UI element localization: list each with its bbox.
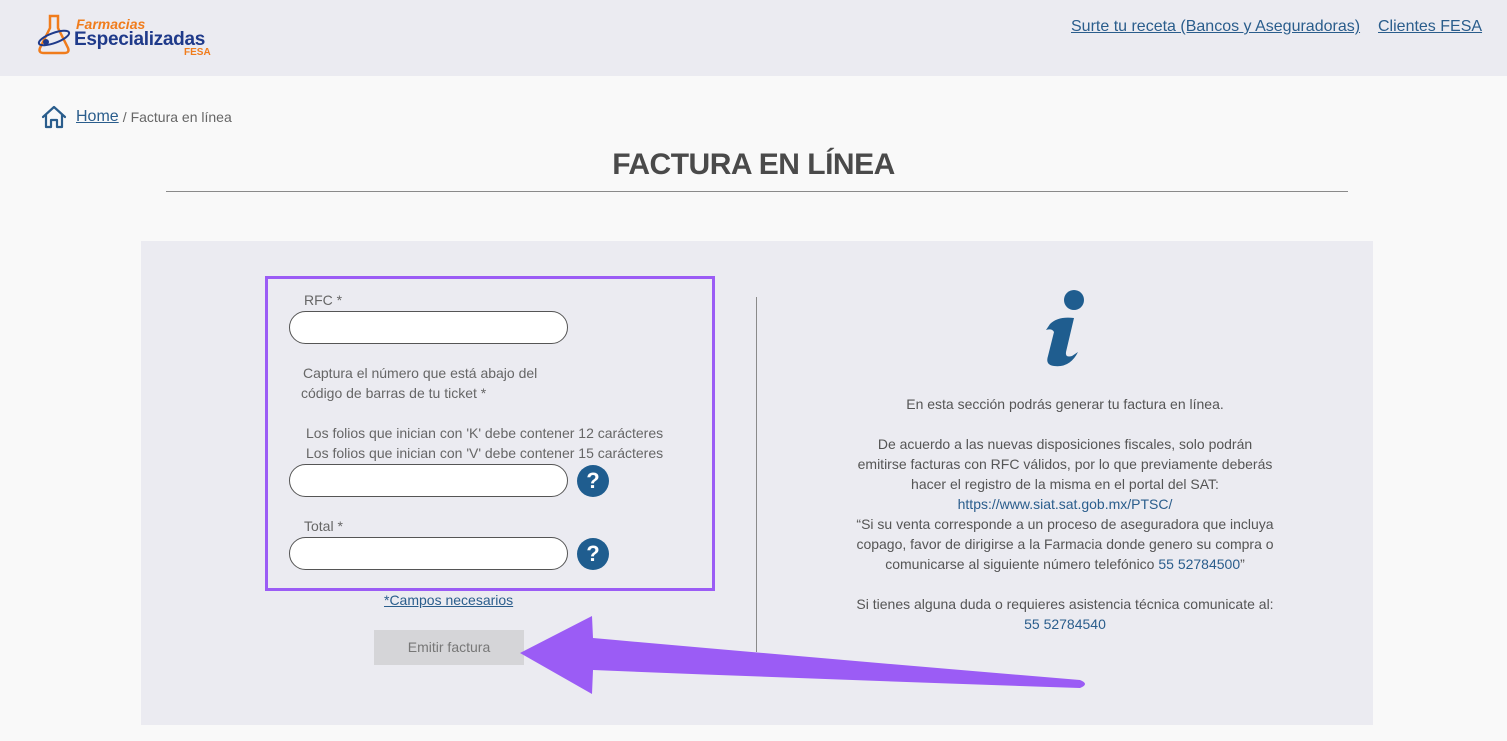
home-icon[interactable] — [40, 104, 68, 130]
support-phone: 55 52784540 — [1024, 616, 1106, 632]
info-icon — [1046, 290, 1084, 367]
insurer-phone: 55 52784500 — [1158, 556, 1241, 572]
breadcrumb: Home / Factura en línea — [40, 104, 232, 130]
info-p1-line2: emitirse facturas con RFC válidos, por l… — [857, 456, 1273, 472]
sat-portal-link[interactable]: https://www.siat.sat.gob.mx/PTSC/ — [958, 496, 1173, 512]
breadcrumb-current: Factura en línea — [130, 109, 232, 125]
top-header: Farmacias Especializadas FESA Surte tu r… — [0, 0, 1507, 76]
emit-invoice-button[interactable]: Emitir factura — [374, 630, 524, 665]
info-text-block: En esta sección podrás generar tu factur… — [835, 394, 1295, 634]
info-p2-line2: copago, favor de dirigirse a la Farmacia… — [856, 536, 1274, 552]
info-p2-line1: “Si su venta corresponde a un proceso de… — [856, 516, 1274, 532]
info-p2-line3: comunicarse al siguiente número telefóni… — [885, 556, 1155, 572]
nav-clientes-fesa[interactable]: Clientes FESA — [1378, 18, 1482, 36]
info-p1-line3: hacer el registro de la misma en el port… — [911, 476, 1219, 492]
nav-surte-receta[interactable]: Surte tu receta (Bancos y Aseguradoras) — [1071, 18, 1360, 36]
info-p2-close: ” — [1240, 556, 1245, 572]
vertical-divider — [756, 297, 757, 652]
breadcrumb-home-link[interactable]: Home — [76, 108, 119, 126]
breadcrumb-separator: / — [122, 109, 127, 125]
title-divider — [166, 191, 1348, 192]
info-p1-line1: De acuerdo a las nuevas disposiciones fi… — [877, 436, 1253, 452]
fesa-logo[interactable]: Farmacias Especializadas FESA — [36, 12, 211, 62]
highlight-box — [265, 276, 715, 591]
info-intro: En esta sección podrás generar tu factur… — [906, 396, 1224, 412]
required-fields-link[interactable]: *Campos necesarios — [384, 592, 513, 608]
flask-logo-icon — [37, 14, 71, 55]
logo-text-fesa: FESA — [184, 47, 211, 58]
page-title: FACTURA EN LÍNEA — [612, 148, 895, 181]
info-p3-line1: Si tienes alguna duda o requieres asiste… — [856, 596, 1274, 612]
info-p2-line3-wrap: comunicarse al siguiente número telefóni… — [835, 554, 1295, 574]
